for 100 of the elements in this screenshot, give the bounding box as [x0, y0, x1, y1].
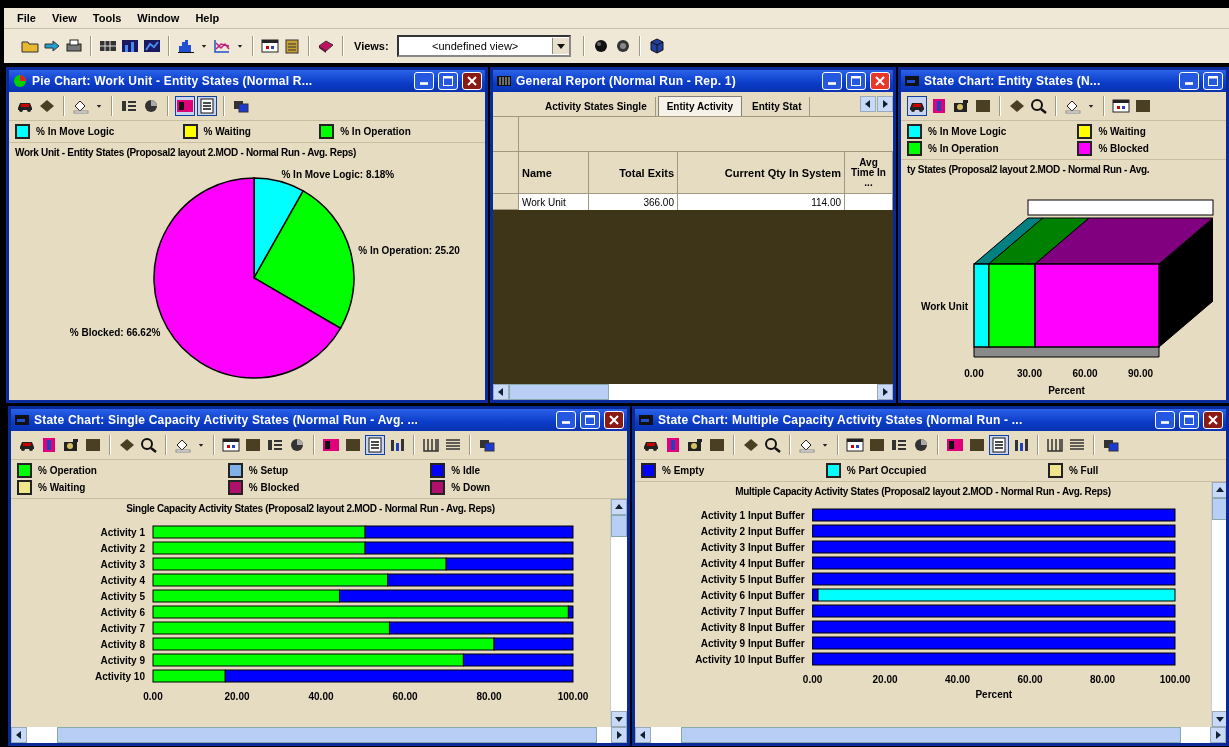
scroll-left-button[interactable]	[635, 727, 651, 743]
maximize-button[interactable]	[1203, 72, 1223, 90]
scroll-right-button[interactable]	[611, 727, 627, 743]
close-icon	[1207, 414, 1219, 426]
scrollbar[interactable]	[1211, 482, 1226, 727]
right-arrow-icon	[880, 387, 890, 397]
tick-label: 80.00	[1090, 674, 1116, 685]
window-icon[interactable]	[260, 36, 280, 56]
left-arrow-icon	[496, 387, 506, 397]
scrollbar[interactable]	[610, 499, 627, 727]
category-label: Activity 10	[94, 671, 145, 682]
scroll-down-button[interactable]	[1212, 711, 1226, 727]
bar	[973, 263, 990, 348]
search-icon[interactable]	[1029, 96, 1049, 116]
scroll-up-button[interactable]	[611, 499, 627, 515]
window-icon[interactable]	[845, 435, 865, 455]
search-icon[interactable]	[763, 435, 783, 455]
tick-label: 100.00	[557, 691, 589, 702]
scrollbar[interactable]	[635, 727, 1226, 743]
pie-chart-icon	[12, 74, 28, 88]
minimize-button[interactable]	[822, 72, 842, 90]
minimize-icon	[420, 82, 428, 85]
close-button[interactable]	[462, 72, 482, 90]
tick-label: 60.00	[1072, 368, 1098, 379]
category-label: Activity 8	[100, 639, 145, 650]
table-cell: 366.00	[589, 194, 678, 210]
category-label: Work Unit	[920, 300, 968, 312]
tab-right-button[interactable]	[877, 96, 893, 112]
category-label: Activity 9 Input Buffer	[700, 638, 805, 649]
category-label: Activity 5 Input Buffer	[700, 574, 805, 585]
menu-item[interactable]: Tools	[91, 12, 123, 24]
views-dropdown[interactable]: <undefined view>	[396, 35, 571, 57]
document-icon[interactable]	[989, 435, 1009, 455]
chart-title: Single Capacity Activity States (Proposal2 layout 2.MOD - Normal Run - Avg. Reps)	[126, 502, 495, 514]
tick-label: 60.00	[1017, 674, 1043, 685]
category-label: Activity 5	[100, 591, 145, 602]
chart-title: ty States (Proposal2 layout 2.MOD - Normal Run - Avg.	[906, 163, 1150, 175]
chart-icon	[14, 413, 30, 427]
menu-item[interactable]: Window	[136, 12, 181, 24]
minimize-button[interactable]	[1179, 72, 1199, 90]
document-icon[interactable]	[197, 96, 217, 116]
window-icon[interactable]	[1111, 96, 1131, 116]
legend-label: % Waiting	[203, 126, 251, 137]
left-arrow-icon	[863, 99, 873, 109]
tab-left-button[interactable]	[860, 96, 876, 112]
legend-label: % Idle	[451, 465, 481, 476]
legend-label: % Empty	[662, 465, 705, 476]
maximize-button[interactable]	[438, 72, 458, 90]
scroll-thumb[interactable]	[509, 384, 609, 400]
legend-label: % In Move Logic	[36, 126, 115, 137]
scroll-thumb[interactable]	[681, 727, 1181, 743]
scroll-left-button[interactable]	[493, 384, 509, 400]
legend-icon[interactable]	[175, 96, 195, 116]
search-icon[interactable]	[139, 435, 159, 455]
scroll-right-button[interactable]	[877, 384, 893, 400]
legend-label: % Waiting	[1098, 126, 1146, 137]
tick-label: 0.00	[143, 691, 163, 702]
minimize-button[interactable]	[556, 411, 576, 429]
minimize-button[interactable]	[1155, 411, 1175, 429]
tab[interactable]: Entity Activity	[657, 96, 742, 116]
category-label: Activity 8 Input Buffer	[700, 622, 805, 633]
menu-item[interactable]: View	[50, 12, 78, 24]
category-label: Activity 4	[100, 575, 145, 586]
menu-item[interactable]: Help	[194, 12, 221, 24]
category-label: Activity 1	[100, 527, 145, 538]
scrollbar[interactable]	[493, 384, 893, 400]
scroll-down-button[interactable]	[611, 711, 627, 727]
category-label: Activity 3 Input Buffer	[700, 542, 805, 553]
right-arrow-icon	[1213, 730, 1223, 740]
menu-item[interactable]: File	[16, 12, 37, 24]
scroll-left-button[interactable]	[11, 727, 27, 743]
table-cell: Work Unit	[519, 194, 589, 210]
tick-label: 30.00	[1017, 368, 1042, 379]
window-title: State Chart: Multiple Capacity Activity States (Normal Run - ...	[658, 413, 1024, 427]
legend-label: % Waiting	[38, 482, 86, 493]
legend-label: % In Operation	[928, 143, 999, 154]
category-label: Activity 9	[100, 655, 145, 666]
scroll-right-button[interactable]	[1210, 727, 1226, 743]
category-label: Activity 6 Input Buffer	[700, 590, 805, 601]
close-button[interactable]	[870, 72, 890, 90]
scroll-thumb[interactable]	[611, 515, 627, 537]
axis-title: Percent	[1048, 385, 1085, 396]
legend-label: % Full	[1068, 465, 1099, 476]
category-label: Activity 7 Input Buffer	[700, 606, 805, 617]
maximize-button[interactable]	[1179, 411, 1199, 429]
chart-title: Multiple Capacity Activity States (Proposal2 layout 2.MOD - Normal Run - Avg. Reps)	[735, 485, 1111, 497]
scroll-up-button[interactable]	[1212, 482, 1226, 498]
maximize-button[interactable]	[580, 411, 600, 429]
minimize-icon	[562, 421, 570, 424]
clipboard-icon[interactable]	[282, 36, 302, 56]
maximize-button[interactable]	[846, 72, 866, 90]
window-icon[interactable]	[221, 435, 241, 455]
minimize-button[interactable]	[414, 72, 434, 90]
category-label: Activity 7	[100, 623, 145, 634]
maximize-icon	[1207, 75, 1219, 87]
close-button[interactable]	[1203, 411, 1223, 429]
document-icon[interactable]	[365, 435, 385, 455]
car-icon[interactable]	[907, 96, 927, 116]
close-button[interactable]	[604, 411, 624, 429]
scroll-thumb[interactable]	[1212, 498, 1226, 520]
